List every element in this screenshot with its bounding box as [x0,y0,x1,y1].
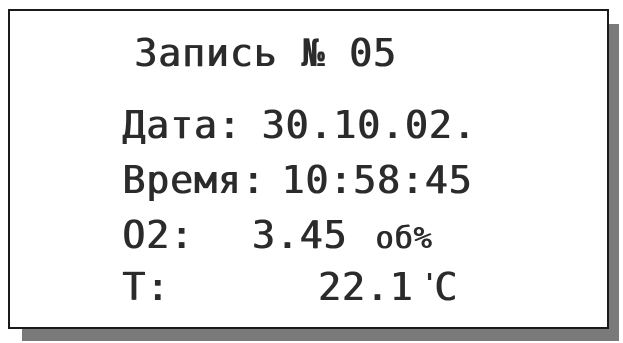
lcd-screen: Запись № 05 Дата: 30.10.02. Время: 10:58:4… [8,9,609,329]
lcd-panel: Запись № 05 Дата: 30.10.02. Время: 10:58:4… [0,0,623,343]
temperature-label: T: [122,265,170,309]
o2-label: O2: [122,213,194,257]
date-row: Дата: 30.10.02. [122,106,476,144]
date-value: 30.10.02. [261,103,477,147]
o2-unit: об% [375,221,433,256]
time-label: Время: [122,158,266,202]
temperature-value: 22.1 [317,265,414,309]
date-label: Дата: [122,103,242,147]
time-row: Время: 10:58:45 [122,161,472,199]
o2-row: O2: 3.45 об% [122,216,432,254]
degree-mark: ' [421,269,438,299]
o2-value: 3.45 [251,213,348,257]
temperature-row: T: 22.1 'C [122,268,458,306]
time-value: 10:58:45 [281,158,473,202]
record-title: Запись № 05 [134,31,397,75]
